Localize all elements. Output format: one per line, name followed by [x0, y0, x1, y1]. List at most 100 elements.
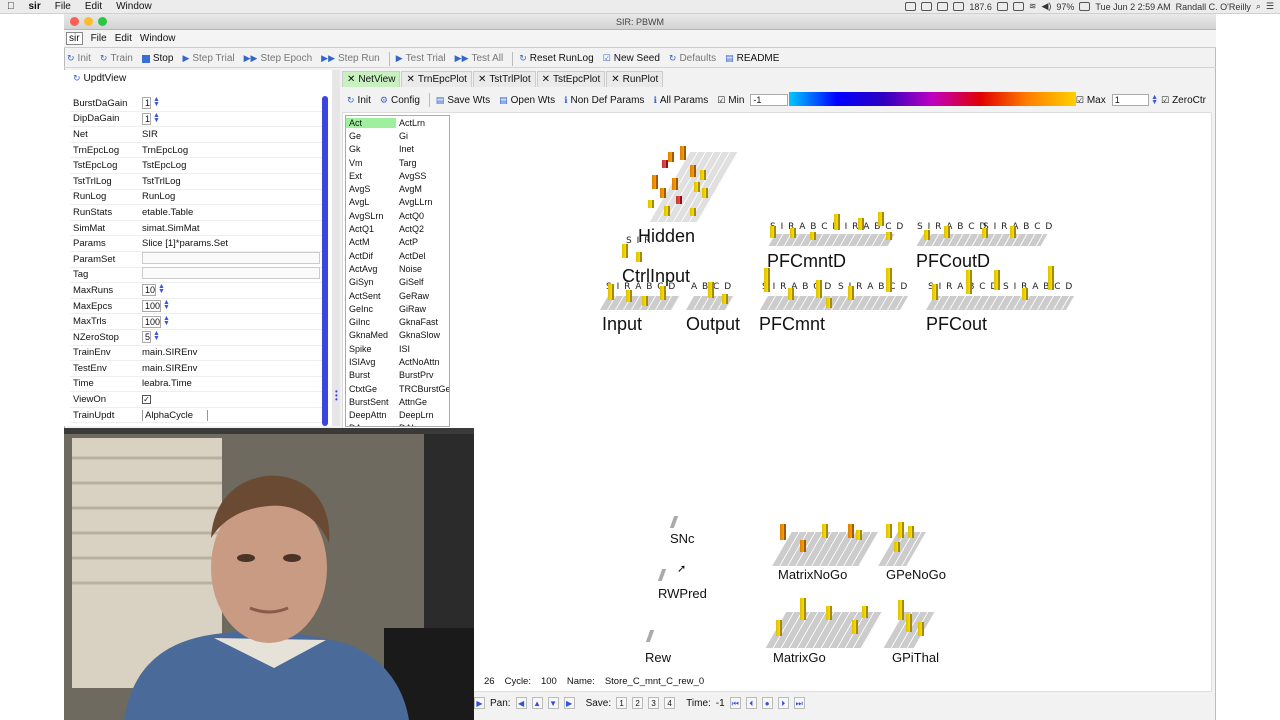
var-item[interactable]: AvgS: [346, 184, 396, 194]
layer-label-pfcmnt[interactable]: PFCmnt: [759, 314, 825, 335]
layer-label-pfcout[interactable]: PFCout: [926, 314, 987, 335]
layer-label-rew[interactable]: Rew: [645, 650, 671, 665]
max-spinner-icon[interactable]: ▲ ▼: [1151, 94, 1158, 106]
play-icon[interactable]: ▶: [474, 697, 485, 709]
toolbar-step-run-button[interactable]: ▶▶ Step Run: [318, 51, 383, 67]
prop-value[interactable]: Slice [1]*params.Set: [142, 238, 228, 249]
mac-menu-window[interactable]: Window: [116, 1, 152, 12]
toolbar-defaults-button[interactable]: ↻ Defaults: [666, 51, 719, 67]
spinner-icon[interactable]: ▲ ▼: [163, 300, 170, 311]
save-slot-3[interactable]: 3: [648, 697, 660, 709]
toolbar-readme-button[interactable]: ▤ README: [722, 51, 782, 67]
pan-down-icon[interactable]: ▼: [547, 697, 559, 709]
layer-label-gpithal[interactable]: GPiThal: [892, 650, 939, 665]
var-item[interactable]: Ge: [346, 131, 396, 141]
var-item[interactable]: CtxtGe: [346, 384, 396, 394]
prop-value[interactable]: RunLog: [142, 191, 175, 202]
toolbar-test-trial-button[interactable]: ▶ Test Trial: [393, 51, 449, 67]
prop-number-input[interactable]: 1: [142, 112, 152, 125]
var-item[interactable]: Spike: [346, 344, 396, 354]
toolbar-train-button[interactable]: ↻ Train: [97, 51, 136, 67]
var-item[interactable]: GknaFast: [396, 317, 446, 327]
spinner-icon[interactable]: ▲ ▼: [153, 331, 160, 342]
tray-icon[interactable]: [921, 2, 933, 11]
user-label[interactable]: Randall C. O'Reilly: [1176, 2, 1251, 12]
var-item[interactable]: AvgSS: [396, 171, 446, 181]
toolbar-step-epoch-button[interactable]: ▶▶ Step Epoch: [241, 51, 316, 67]
var-item[interactable]: ActAvg: [346, 264, 396, 274]
save-slot-4[interactable]: 4: [664, 697, 676, 709]
tab-trnepcplot[interactable]: ✕ TrnEpcPlot: [401, 71, 472, 87]
close-tab-icon[interactable]: ✕: [542, 74, 550, 85]
save-wts-button[interactable]: ▤ Save Wts: [433, 92, 493, 108]
mac-menu-file[interactable]: File: [55, 1, 71, 12]
prop-value[interactable]: TrnEpcLog: [142, 145, 188, 156]
prop-value[interactable]: etable.Table: [142, 207, 193, 218]
zoom-icon[interactable]: [98, 17, 107, 26]
step-forward-icon[interactable]: ⏵: [777, 697, 789, 709]
open-wts-button[interactable]: ▤ Open Wts: [496, 92, 558, 108]
layer-label-matrixnogo[interactable]: MatrixNoGo: [778, 567, 847, 582]
prop-value[interactable]: AlphaCycle: [142, 409, 209, 421]
mac-menu-edit[interactable]: Edit: [85, 1, 102, 12]
pane-splitter[interactable]: [332, 70, 340, 426]
var-item[interactable]: ActP: [396, 237, 446, 247]
var-item[interactable]: DeepLrn: [396, 410, 446, 420]
toolbar-stop-button[interactable]: Stop: [139, 51, 177, 67]
var-item[interactable]: ActDif: [346, 251, 396, 261]
var-item[interactable]: GeInc: [346, 304, 396, 314]
volume-icon[interactable]: ◀): [1041, 1, 1051, 12]
tab-runplot[interactable]: ✕ RunPlot: [606, 71, 664, 87]
layer-label-snc[interactable]: SNc: [670, 531, 695, 546]
app-menu-window[interactable]: Window: [140, 33, 176, 44]
prop-value[interactable]: TstTrlLog: [142, 176, 181, 187]
max-checkbox[interactable]: ☑ Max: [1073, 92, 1109, 108]
prop-number-input[interactable]: 1: [142, 97, 152, 110]
all-params-button[interactable]: ℹ All Params: [650, 92, 711, 108]
prop-value[interactable]: main.SIREnv: [142, 347, 197, 358]
var-item[interactable]: AvgLLrn: [396, 197, 446, 207]
spinner-icon[interactable]: ▲ ▼: [158, 284, 165, 295]
var-item[interactable]: DeepAttn: [346, 410, 396, 420]
var-item[interactable]: ActQ0: [396, 211, 446, 221]
var-item[interactable]: ActM: [346, 237, 396, 247]
toolbar-reset-runlog-button[interactable]: ↻ Reset RunLog: [516, 51, 596, 67]
max-input[interactable]: 1: [1111, 94, 1150, 106]
spinner-icon[interactable]: ▲ ▼: [163, 316, 170, 327]
min-input[interactable]: -1: [750, 94, 788, 106]
net-init-button[interactable]: ↻ Init: [344, 92, 374, 108]
var-item[interactable]: ActDel: [396, 251, 446, 261]
var-item[interactable]: Vm: [346, 158, 396, 168]
var-item[interactable]: AvgL: [346, 197, 396, 207]
app-menu-file[interactable]: File: [91, 33, 107, 44]
layer-label-pfcmntd[interactable]: PFCmntD: [767, 251, 846, 272]
close-tab-icon[interactable]: ✕: [611, 74, 619, 85]
tray-icon[interactable]: [953, 2, 965, 11]
non-def-params-button[interactable]: ℹ Non Def Params: [561, 92, 647, 108]
pan-right-icon[interactable]: ▶: [563, 697, 575, 709]
tray-icon[interactable]: [996, 2, 1008, 11]
spinner-icon[interactable]: ▲ ▼: [153, 113, 160, 124]
close-icon[interactable]: [70, 17, 79, 26]
wifi-icon[interactable]: ≋: [1029, 1, 1037, 12]
var-item[interactable]: AttnGe: [396, 397, 446, 407]
var-item[interactable]: GiInc: [346, 317, 396, 327]
layer-label-gpenogo[interactable]: GPeNoGo: [886, 567, 946, 582]
layer-label-output[interactable]: Output: [686, 314, 740, 335]
pan-left-icon[interactable]: ◀: [515, 697, 527, 709]
var-item[interactable]: GeRaw: [396, 291, 446, 301]
notification-icon[interactable]: ☰: [1266, 1, 1274, 12]
minimize-icon[interactable]: [84, 17, 93, 26]
updtview-button[interactable]: ↻ UpdtView: [70, 71, 129, 86]
prop-number-input[interactable]: 10: [142, 284, 157, 297]
save-slot-1[interactable]: 1: [616, 697, 628, 709]
var-item[interactable]: Gi: [396, 131, 446, 141]
var-item[interactable]: ISI: [396, 344, 446, 354]
var-item[interactable]: GknaMed: [346, 330, 396, 340]
tab-tstepcplot[interactable]: ✕ TstEpcPlot: [536, 71, 606, 87]
clock-label[interactable]: Tue Jun 2 2:59 AM: [1095, 2, 1170, 12]
var-item[interactable]: GiSelf: [396, 277, 446, 287]
var-item[interactable]: Targ: [396, 158, 446, 168]
prop-value[interactable]: leabra.Time: [142, 378, 192, 389]
var-item[interactable]: TRCBurstGe: [396, 384, 449, 394]
